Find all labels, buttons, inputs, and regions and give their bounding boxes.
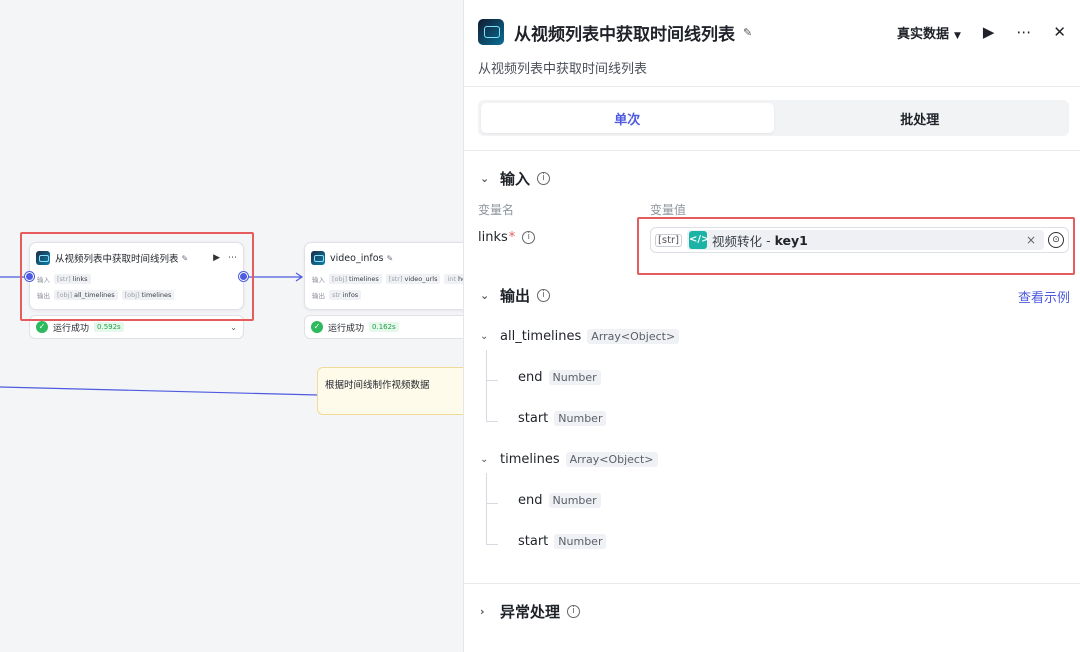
node-main-input-port[interactable]: [25, 272, 34, 281]
divider: [464, 583, 1080, 584]
info-icon: i: [537, 172, 551, 185]
success-icon: ✓: [311, 321, 323, 333]
tree-branch: [486, 503, 498, 504]
output-label: 输出: [37, 292, 50, 300]
info-icon: i: [522, 231, 536, 244]
input-pill-timelines: [obj] timelines: [329, 274, 382, 284]
code-icon: </>: [689, 231, 709, 249]
caret-down-icon: ▼: [953, 30, 961, 41]
chevron-down-icon: ⌄: [480, 454, 489, 465]
tree-branch: [486, 544, 498, 545]
output-item-all-timelines[interactable]: ⌄ all_timelines Array<Object>: [480, 329, 680, 344]
tab-batch[interactable]: 批处理: [774, 103, 1067, 133]
tree-branch: [486, 380, 498, 381]
run-time-badge: 0.162s: [369, 322, 399, 332]
chevron-down-icon: ⌄: [480, 331, 489, 342]
input-pill-video-urls: [str] video_urls: [385, 274, 441, 284]
type-tag: [str]: [655, 233, 683, 247]
input-pill-height: intheig: [444, 274, 463, 284]
edit-icon[interactable]: ✎: [386, 254, 393, 263]
data-mode-dropdown[interactable]: 真实数据 ▼: [897, 23, 961, 42]
type-badge: Number: [554, 411, 607, 426]
error-handling-section-header[interactable]: › 异常处理 i: [480, 601, 581, 622]
ref-separator: -: [766, 232, 771, 248]
col-value-label: 变量值: [650, 203, 687, 217]
output-pill-all-timelines: [obj] all_timelines: [54, 290, 118, 300]
view-example-link[interactable]: 查看示例: [1018, 287, 1070, 306]
close-icon[interactable]: ✕: [1053, 23, 1066, 41]
edit-icon[interactable]: ✎: [182, 254, 189, 263]
ref-node-name: 视频转化: [712, 233, 763, 249]
run-node-icon[interactable]: ▶: [213, 253, 220, 263]
chevron-right-icon: ›: [480, 605, 485, 618]
divider: [464, 150, 1080, 151]
tree-connector: [486, 350, 487, 421]
output-child-start: start Number: [518, 411, 607, 426]
variable-picker-icon[interactable]: ⊙: [1048, 232, 1064, 248]
input-label: 输入: [312, 276, 325, 284]
node-get-timelines[interactable]: 从视频列表中获取时间线列表 ✎ ▶ ⋯ 输入 [str] links 输出 [ob…: [29, 242, 244, 310]
more-icon[interactable]: ⋯: [228, 253, 237, 263]
note-text: 根据时间线制作视频数据: [325, 380, 430, 391]
col-name-label: 变量名: [478, 203, 515, 217]
edit-icon[interactable]: ✎: [743, 26, 752, 39]
node-video-run-status[interactable]: ✓ 运行成功 0.162s: [304, 315, 463, 339]
input-pill-links: [str] links: [54, 274, 91, 284]
output-child-end: end Number: [518, 493, 601, 508]
type-badge: Array<Object>: [587, 329, 680, 344]
output-item-timelines[interactable]: ⌄ timelines Array<Object>: [480, 452, 658, 467]
more-icon[interactable]: ⋯: [1016, 23, 1031, 41]
node-main-output-port[interactable]: [239, 272, 248, 281]
run-status-text: 运行成功: [53, 323, 90, 334]
node-detail-panel: 从视频列表中获取时间线列表 ✎ 真实数据 ▼ ▶ ⋯ ✕ 从视频列表中获取时间线列…: [463, 0, 1080, 652]
output-child-start: start Number: [518, 534, 607, 549]
tree-connector: [486, 473, 487, 544]
info-icon: i: [567, 605, 581, 618]
type-badge: Number: [554, 534, 607, 549]
run-status-text: 运行成功: [328, 323, 365, 334]
panel-title: 从视频列表中获取时间线列表: [514, 24, 735, 45]
tree-branch: [486, 421, 498, 422]
output-pill-infos: str infos: [329, 290, 362, 300]
mode-tabs: 单次 批处理: [478, 100, 1069, 136]
panel-subtitle: 从视频列表中获取时间线列表: [478, 62, 648, 77]
note-node[interactable]: 根据时间线制作视频数据: [317, 367, 463, 415]
output-section-header[interactable]: ⌄ 输出 i: [480, 285, 551, 306]
type-badge: Number: [548, 370, 601, 385]
edge-lower: [0, 386, 319, 396]
chevron-down-icon[interactable]: ⌄: [230, 323, 237, 332]
workflow-canvas[interactable]: 从视频列表中获取时间线列表 ✎ ▶ ⋯ 输入 [str] links 输出 [ob…: [0, 0, 463, 652]
var-name-links: links * i: [478, 230, 536, 245]
run-time-badge: 0.592s: [94, 322, 124, 332]
node-title: 从视频列表中获取时间线列表: [55, 254, 179, 265]
output-child-end: end Number: [518, 370, 601, 385]
run-icon[interactable]: ▶: [983, 23, 995, 41]
output-pill-timelines: [obj] timelines: [121, 290, 175, 300]
clear-icon[interactable]: ×: [1026, 233, 1036, 247]
info-icon: i: [537, 289, 551, 302]
input-label: 输入: [37, 276, 50, 284]
node-logo-icon: [478, 19, 504, 45]
node-logo-icon: [36, 251, 50, 265]
output-label: 输出: [312, 292, 325, 300]
node-main-run-status[interactable]: ✓ 运行成功 0.592s ⌄: [29, 315, 244, 339]
type-badge: Number: [548, 493, 601, 508]
success-icon: ✓: [36, 321, 48, 333]
ref-key: key1: [774, 232, 808, 248]
var-value-input[interactable]: [str] </> 视频转化 - key1 × ⊙: [650, 227, 1069, 253]
node-video-infos[interactable]: video_infos ✎ 输入 [obj] timelines [str] vid…: [304, 242, 463, 310]
node-title: video_infos: [330, 252, 384, 264]
type-badge: Array<Object>: [565, 452, 658, 467]
reference-chip[interactable]: </> 视频转化 - key1 ×: [687, 230, 1044, 250]
tab-single[interactable]: 单次: [481, 103, 774, 133]
chevron-down-icon: ⌄: [480, 172, 490, 185]
panel-header: 从视频列表中获取时间线列表 ✎ 真实数据 ▼ ▶ ⋯ ✕: [478, 17, 1066, 47]
input-section-header[interactable]: ⌄ 输入 i: [480, 168, 551, 189]
chevron-down-icon: ⌄: [480, 289, 490, 302]
divider: [464, 86, 1080, 87]
node-logo-icon: [311, 251, 325, 265]
